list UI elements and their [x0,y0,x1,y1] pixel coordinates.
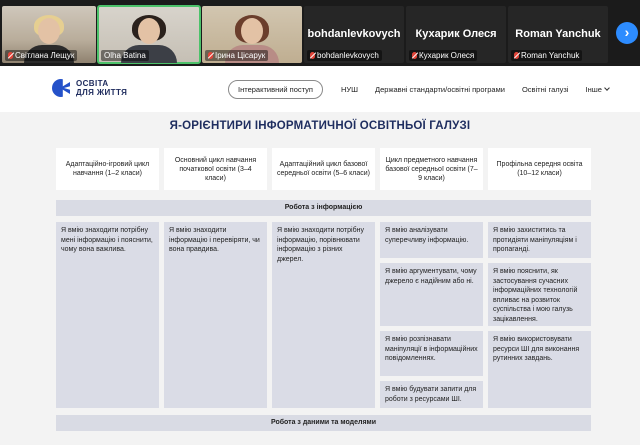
mic-muted-icon [208,52,213,59]
participant-tile[interactable]: bohdanlevkovych bohdanlevkovych [304,6,404,63]
section-header: Робота з даними та моделями [56,415,591,431]
shared-screen: ОСВІТА ДЛЯ ЖИТТЯ Інтерактивний поступ НУ… [0,66,640,445]
main-nav: Інтерактивний поступ НУШ Державні станда… [228,80,626,99]
video-strip: Світлана Лещук Olha Batina Ірина Цісарук… [0,0,640,66]
section-header: Робота з інформацією [56,200,591,216]
page-title: Я-ОРІЄНТИРИ ІНФОРМАТИЧНОЇ ОСВІТНЬОЇ ГАЛУ… [169,120,471,132]
participant-tile[interactable]: Roman Yanchuk Roman Yanchuk [508,6,608,63]
column-header: Адаптаційний цикл базової середньої осві… [272,148,375,190]
nav-fields[interactable]: Освітні галузі [522,85,569,94]
mic-muted-icon [8,52,13,59]
screen: Світлана Лещук Olha Batina Ірина Цісарук… [0,0,640,445]
nav-nush[interactable]: НУШ [341,85,358,94]
site-header: ОСВІТА ДЛЯ ЖИТТЯ Інтерактивний поступ НУ… [0,66,640,112]
participant-name: Olha Batina [101,50,149,61]
participant-tile-active[interactable]: Olha Batina [97,5,201,64]
nav-standards[interactable]: Державні стандарти/освітні програми [375,85,505,94]
competency-cell: Я вмію аналізувати суперечливу інформаці… [380,222,483,258]
participant-name: Ірина Цісарук [205,50,269,61]
participant-name: bohdanlevkovych [307,50,382,61]
participant-display-name: Roman Yanchuk [515,28,601,40]
mic-muted-icon [310,52,315,59]
page-content: Я-ОРІЄНТИРИ ІНФОРМАТИЧНОЇ ОСВІТНЬОЇ ГАЛУ… [0,112,640,445]
competency-cell: Я вмію знаходити потрібну мені інформаці… [56,222,159,408]
participant-display-name: Кухарик Олеся [415,28,497,40]
column-header: Профільна середня освіта (10–12 класи) [488,148,591,190]
participant-tile[interactable]: Ірина Цісарук [202,6,302,63]
participant-name: Кухарик Олеся [409,50,478,61]
site-logo[interactable]: ОСВІТА ДЛЯ ЖИТТЯ [52,79,127,97]
column-header: Основний цикл навчання початкової освіти… [164,148,267,190]
nav-interactive-progress[interactable]: Інтерактивний поступ [228,80,323,99]
chevron-right-icon[interactable]: › [616,22,638,44]
competency-cell: Я вмію захиститись та протидіяти маніпул… [488,222,591,258]
participant-name: Світлана Лещук [5,50,78,61]
logo-text: ОСВІТА ДЛЯ ЖИТТЯ [76,79,128,97]
participant-tile[interactable]: Кухарик Олеся Кухарик Олеся [406,6,506,63]
mic-muted-icon [514,52,519,59]
competency-cell: Я вмію будувати запити для роботи з ресу… [380,381,483,408]
competency-cell: Я вмію аргументувати, чому джерело є над… [380,263,483,326]
chevron-down-icon [604,85,610,91]
column-header: Адаптаційно-ігровий цикл навчання (1–2 к… [56,148,159,190]
column-header: Цикл предметного навчання базової середн… [380,148,483,190]
participant-display-name: bohdanlevkovych [307,28,401,40]
participant-name: Roman Yanchuk [511,50,583,61]
competency-cell: Я вмію пояснити, як застосування сучасни… [488,263,591,326]
participant-tile[interactable]: Світлана Лещук [2,6,96,63]
competency-cell: Я вмію використовувати ресурси ШІ для ви… [488,331,591,408]
competency-cell: Я вмію розпізнавати маніпуляції в інформ… [380,331,483,376]
competency-cell: Я вмію знаходити інформацію і перевіряти… [164,222,267,408]
mic-muted-icon [412,52,417,59]
nav-more[interactable]: Інше [585,85,610,94]
logo-icon [52,79,70,97]
competency-cell: Я вмію знаходити потрібну інформацію, по… [272,222,375,408]
